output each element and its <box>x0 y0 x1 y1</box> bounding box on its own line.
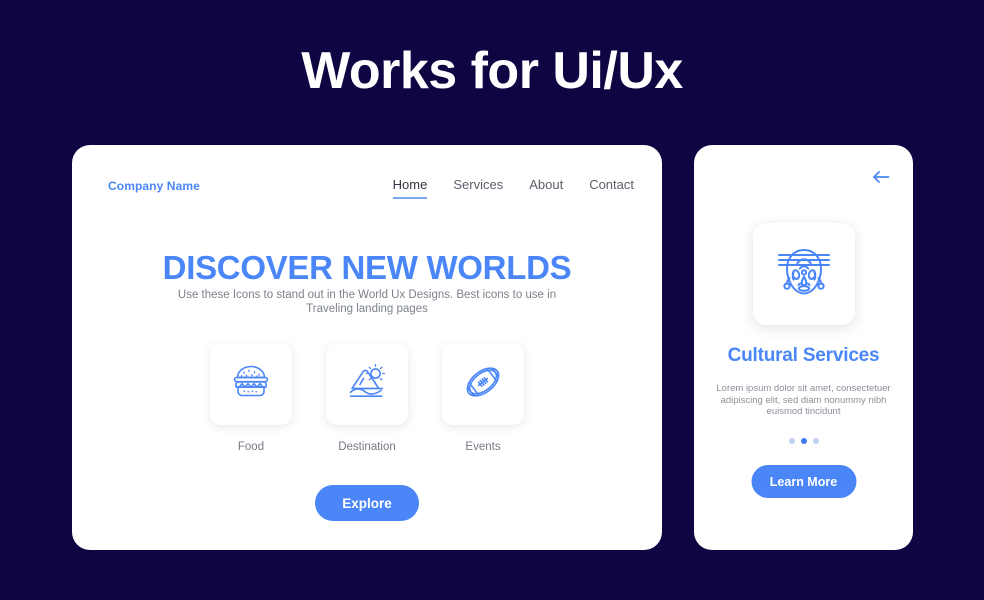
cultural-services-card: Cultural Services Lorem ipsum dolor sit … <box>694 145 913 550</box>
hero-icon-tile <box>752 223 855 325</box>
brand-logo-text[interactable]: Company Name <box>108 179 200 193</box>
tile-destination-surface[interactable] <box>326 343 408 425</box>
tile-food-surface[interactable] <box>210 343 292 425</box>
right-card-title: Cultural Services <box>727 345 880 366</box>
carousel-dot-1[interactable] <box>788 438 795 444</box>
hero-heading: DISCOVER NEW WORLDS <box>162 249 572 286</box>
nav-link-about[interactable]: About <box>529 177 563 199</box>
carousel-dots <box>694 438 913 444</box>
carousel-dot-3[interactable] <box>812 438 819 444</box>
mountain-sun-icon <box>342 357 392 412</box>
hero-subtitle: Use these Icons to stand out in the Worl… <box>177 289 557 315</box>
landing-page-preview-card: Company Name Home Services About Contact… <box>72 145 662 550</box>
football-icon <box>458 357 508 412</box>
carousel-dot-2[interactable] <box>800 438 807 444</box>
tile-events-label: Events <box>465 441 501 453</box>
learn-more-button[interactable]: Learn More <box>751 465 856 498</box>
hamburger-icon <box>227 358 275 411</box>
tile-food-label: Food <box>237 441 265 453</box>
navbar: Company Name Home Services About Contact <box>72 177 662 199</box>
tile-destination-label: Destination <box>338 441 396 453</box>
nav-link-contact[interactable]: Contact <box>589 177 634 199</box>
nav-link-services[interactable]: Services <box>453 177 503 199</box>
tile-events-surface[interactable] <box>442 343 524 425</box>
right-card-body: Lorem ipsum dolor sit amet, consectetuer… <box>716 383 891 417</box>
tile-events[interactable]: Events <box>442 343 524 453</box>
arrow-left-icon[interactable] <box>871 167 891 187</box>
tribal-mask-icon <box>771 239 837 310</box>
nav-link-home[interactable]: Home <box>392 177 428 199</box>
page-title: Works for Ui/Ux <box>301 42 683 100</box>
explore-button[interactable]: Explore <box>315 485 419 521</box>
nav-links: Home Services About Contact <box>392 177 634 199</box>
tile-food[interactable]: Food <box>210 343 292 453</box>
tile-destination[interactable]: Destination <box>326 343 408 453</box>
icon-tiles: Food Destination Events <box>72 343 662 453</box>
